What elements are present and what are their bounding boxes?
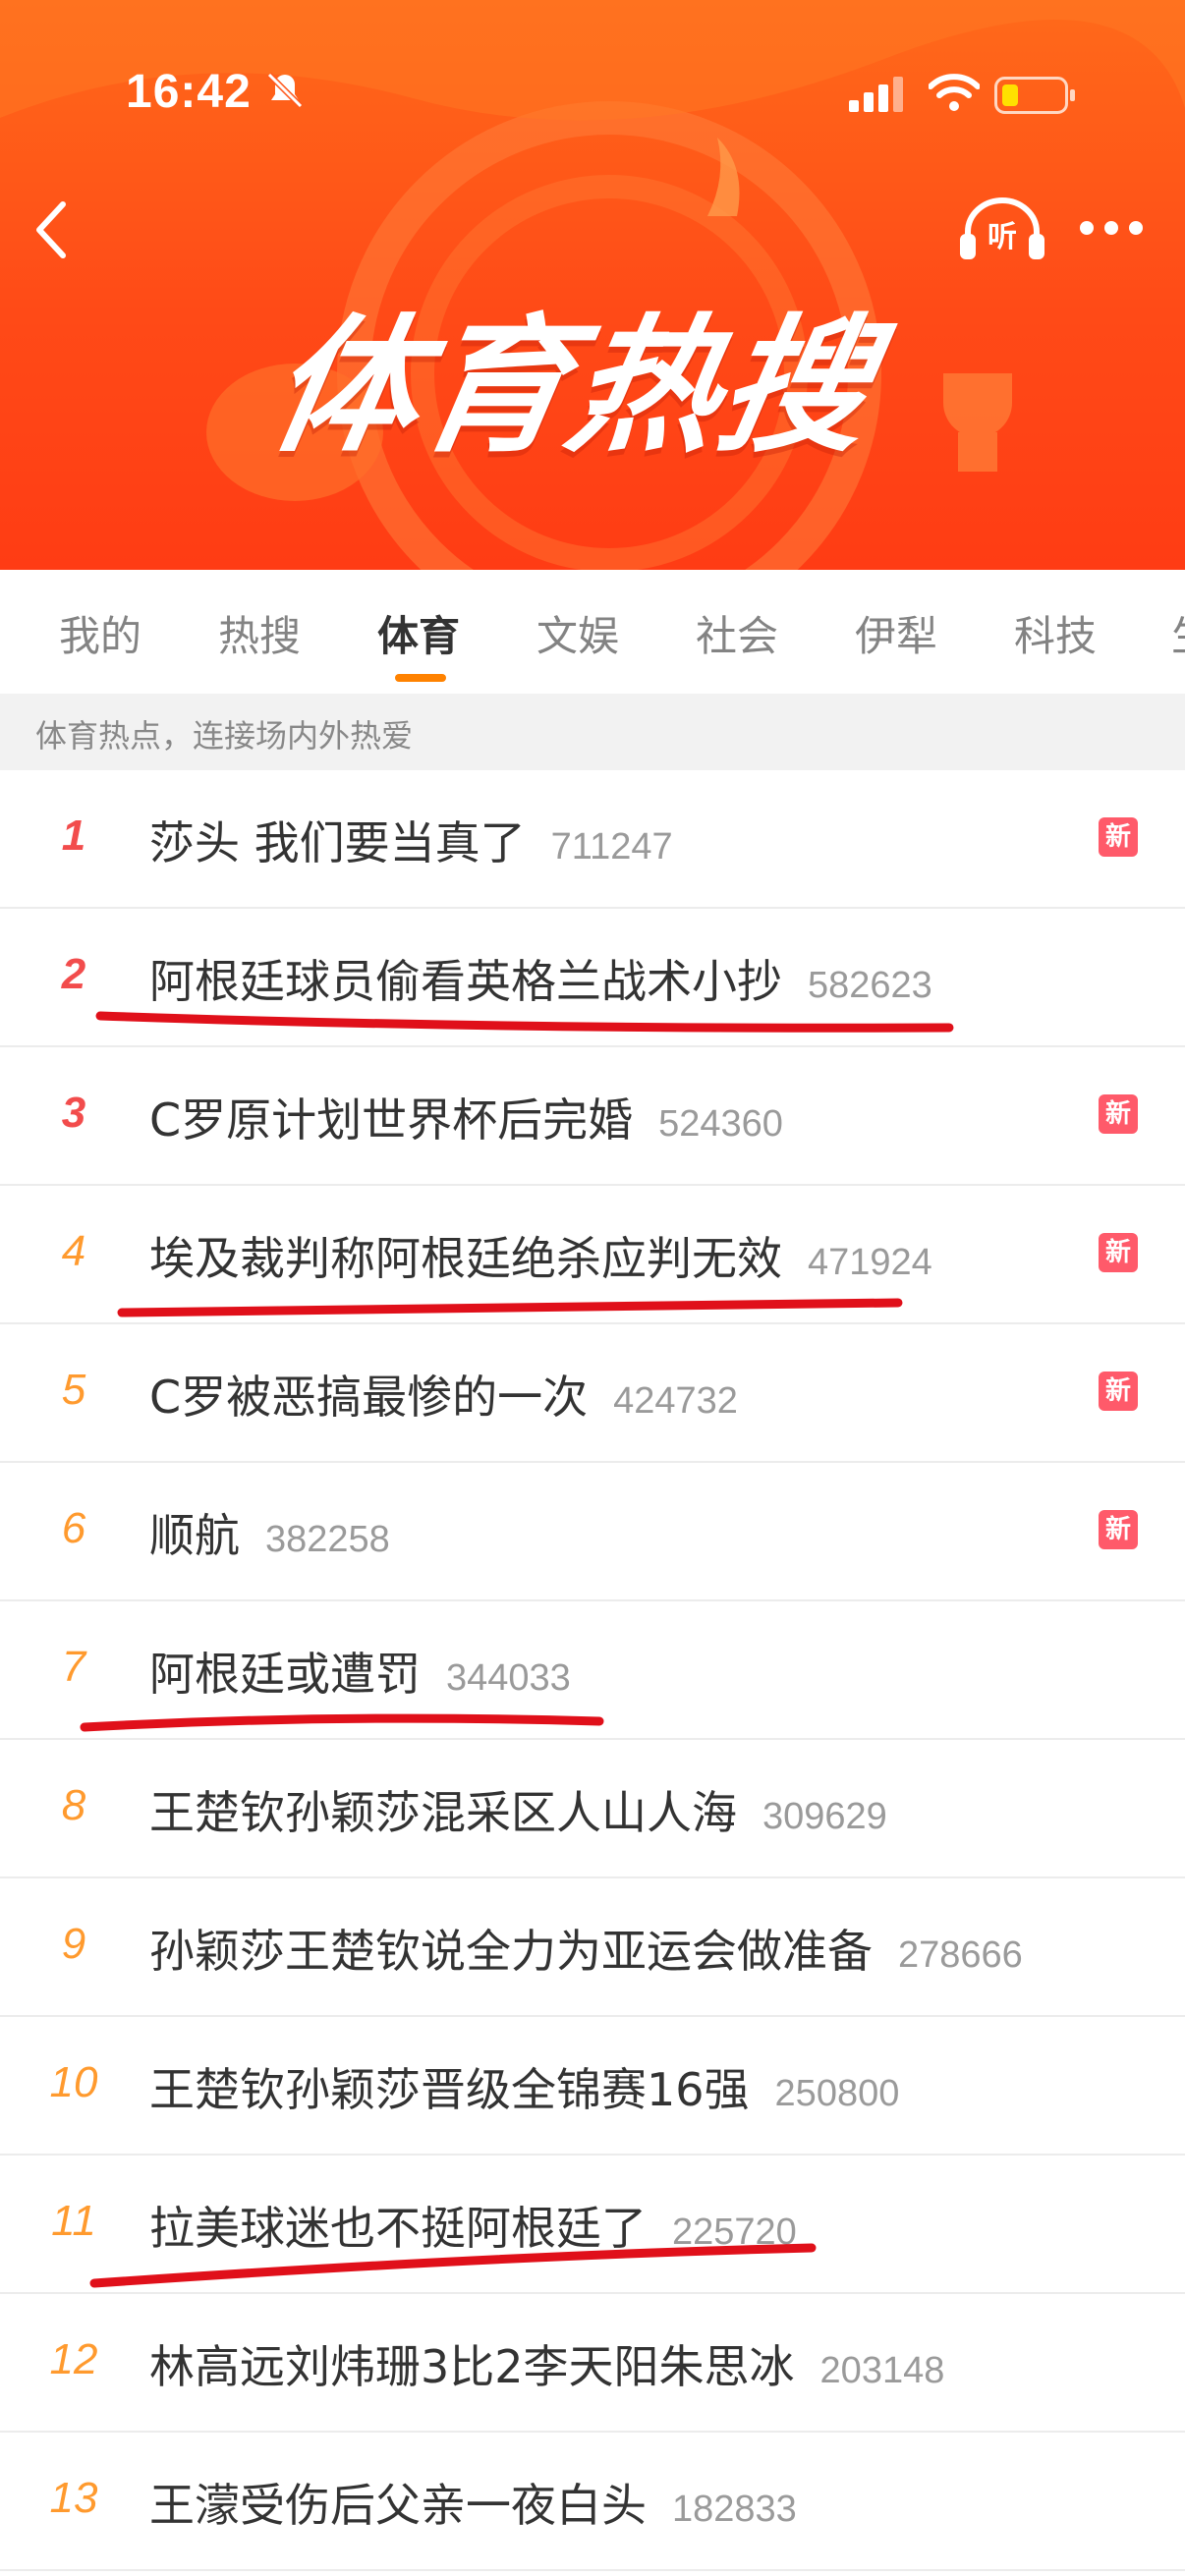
rank-number: 1 (61, 812, 86, 860)
listen-button[interactable]: 听 (958, 195, 1046, 263)
topic-title: 林高远刘炜珊3比2李天阳朱思冰 (149, 2340, 795, 2393)
tab-sports[interactable]: 体育 (377, 603, 460, 663)
header-banner: 16:42 听 体育热搜 (0, 0, 1185, 570)
tab-mine[interactable]: 我的 (59, 603, 141, 663)
category-tabs: 我的 热搜 体育 文娱 社会 伊犁 科技 生 (0, 570, 1185, 694)
rank-number: 11 (51, 2197, 96, 2245)
rank-number: 12 (49, 2335, 98, 2383)
new-badge: 新 (1099, 1372, 1138, 1411)
trending-row[interactable]: 13 王濛受伤后父亲一夜白头 182833 (0, 2433, 1185, 2571)
battery-icon (994, 77, 1075, 114)
tab-hot-search[interactable]: 热搜 (218, 603, 301, 663)
trending-topic[interactable]: C罗被恶搞最惨的一次 424732 (149, 1362, 738, 1427)
topic-title: 拉美球迷也不挺阿根廷了 (149, 2202, 647, 2255)
rank-number: 3 (61, 1089, 86, 1137)
listen-label: 听 (988, 220, 1017, 254)
heat-count: 424732 (613, 1380, 738, 1422)
trending-topic[interactable]: C罗原计划世界杯后完婚 524360 (149, 1085, 783, 1149)
trending-row[interactable]: 2 阿根廷球员偷看英格兰战术小抄 582623 (0, 909, 1185, 1047)
trending-topic[interactable]: 拉美球迷也不挺阿根廷了 225720 (149, 2193, 797, 2258)
back-icon[interactable] (31, 198, 71, 261)
trending-row[interactable]: 1 莎头 我们要当真了 711247 新 (0, 770, 1185, 909)
heat-count: 250800 (774, 2073, 900, 2114)
heat-count: 309629 (762, 1796, 887, 1837)
topic-title: 孙颖莎王楚钦说全力为亚运会做准备 (149, 1925, 873, 1978)
rank-number: 2 (61, 950, 86, 998)
trending-topic[interactable]: 埃及裁判称阿根廷绝杀应判无效 471924 (149, 1223, 932, 1288)
trending-topic[interactable]: 王濛受伤后父亲一夜白头 182833 (149, 2470, 797, 2535)
heat-count: 182833 (672, 2489, 797, 2530)
rank-number: 9 (61, 1920, 86, 1968)
topic-title: 莎头 我们要当真了 (149, 816, 526, 869)
trending-row[interactable]: 12 林高远刘炜珊3比2李天阳朱思冰 203148 (0, 2294, 1185, 2433)
trending-list: 1 莎头 我们要当真了 711247 新 2 阿根廷球员偷看英格兰战术小抄 582623 3 C… (0, 770, 1185, 2571)
heat-count: 524360 (658, 1103, 783, 1145)
tab-life[interactable]: 生 (1171, 603, 1185, 663)
mute-bell-icon (266, 72, 304, 109)
topic-title: 王濛受伤后父亲一夜白头 (149, 2479, 647, 2532)
banner-title: 体育热搜 (257, 302, 885, 473)
tab-yili[interactable]: 伊犁 (855, 603, 937, 663)
trending-row[interactable]: 4 埃及裁判称阿根廷绝杀应判无效 471924 新 (0, 1186, 1185, 1324)
section-subtitle-bar: 体育热点，连接场内外热爱 (0, 694, 1185, 770)
trending-row[interactable]: 9 孙颖莎王楚钦说全力为亚运会做准备 278666 (0, 1878, 1185, 2017)
rank-number: 7 (61, 1643, 86, 1691)
new-badge: 新 (1099, 1094, 1138, 1134)
trending-topic[interactable]: 王楚钦孙颖莎混采区人山人海 309629 (149, 1777, 887, 1842)
trending-topic[interactable]: 莎头 我们要当真了 711247 (149, 808, 673, 872)
rank-number: 5 (61, 1366, 86, 1414)
trending-row[interactable]: 3 C罗原计划世界杯后完婚 524360 新 (0, 1047, 1185, 1186)
trending-row[interactable]: 8 王楚钦孙颖莎混采区人山人海 309629 (0, 1740, 1185, 1878)
rank-number: 10 (49, 2058, 98, 2106)
topic-title: 埃及裁判称阿根廷绝杀应判无效 (149, 1232, 782, 1285)
heat-count: 225720 (672, 2212, 797, 2253)
topic-title: C罗被恶搞最惨的一次 (149, 1371, 589, 1424)
topic-title: 阿根廷或遭罚 (149, 1648, 421, 1701)
heat-count: 471924 (808, 1242, 932, 1283)
new-badge: 新 (1099, 1510, 1138, 1549)
cell-signal-icon (849, 77, 903, 112)
new-badge: 新 (1099, 1233, 1138, 1272)
trending-topic[interactable]: 王楚钦孙颖莎晋级全锦赛16强 250800 (149, 2054, 899, 2119)
status-time: 16:42 (126, 66, 252, 118)
trending-row[interactable]: 5 C罗被恶搞最惨的一次 424732 新 (0, 1324, 1185, 1463)
section-subtitle: 体育热点，连接场内外热爱 (35, 717, 414, 755)
more-icon[interactable] (1079, 220, 1144, 236)
new-badge: 新 (1099, 817, 1138, 857)
heat-count: 582623 (808, 965, 932, 1006)
topic-title: 顺航 (149, 1509, 240, 1562)
trending-topic[interactable]: 阿根廷或遭罚 344033 (149, 1639, 571, 1704)
trending-row[interactable]: 11 拉美球迷也不挺阿根廷了 225720 (0, 2156, 1185, 2294)
trending-row[interactable]: 6 顺航 382258 新 (0, 1463, 1185, 1601)
topic-title: 王楚钦孙颖莎混采区人山人海 (149, 1786, 737, 1839)
trending-topic[interactable]: 阿根廷球员偷看英格兰战术小抄 582623 (149, 946, 932, 1011)
topic-title: C罗原计划世界杯后完婚 (149, 1093, 634, 1147)
topic-title: 王楚钦孙颖莎晋级全锦赛16强 (149, 2063, 750, 2116)
tab-entertainment[interactable]: 文娱 (536, 603, 619, 663)
trending-topic[interactable]: 顺航 382258 (149, 1500, 390, 1565)
tab-society[interactable]: 社会 (696, 603, 778, 663)
wifi-icon (929, 74, 980, 111)
heat-count: 278666 (898, 1934, 1023, 1976)
tab-technology[interactable]: 科技 (1014, 603, 1097, 663)
rank-number: 8 (61, 1781, 86, 1829)
rank-number: 6 (61, 1504, 86, 1552)
rank-number: 4 (61, 1227, 86, 1275)
heat-count: 203148 (819, 2350, 945, 2391)
trending-topic[interactable]: 孙颖莎王楚钦说全力为亚运会做准备 278666 (149, 1916, 1023, 1981)
heat-count: 382258 (265, 1519, 390, 1560)
active-tab-indicator (395, 674, 446, 682)
rank-number: 13 (49, 2474, 98, 2522)
heat-count: 711247 (550, 826, 673, 868)
trending-topic[interactable]: 林高远刘炜珊3比2李天阳朱思冰 203148 (149, 2331, 944, 2396)
trending-row[interactable]: 7 阿根廷或遭罚 344033 (0, 1601, 1185, 1740)
heat-count: 344033 (446, 1657, 571, 1699)
topic-title: 阿根廷球员偷看英格兰战术小抄 (149, 955, 782, 1008)
trending-row[interactable]: 10 王楚钦孙颖莎晋级全锦赛16强 250800 (0, 2017, 1185, 2156)
